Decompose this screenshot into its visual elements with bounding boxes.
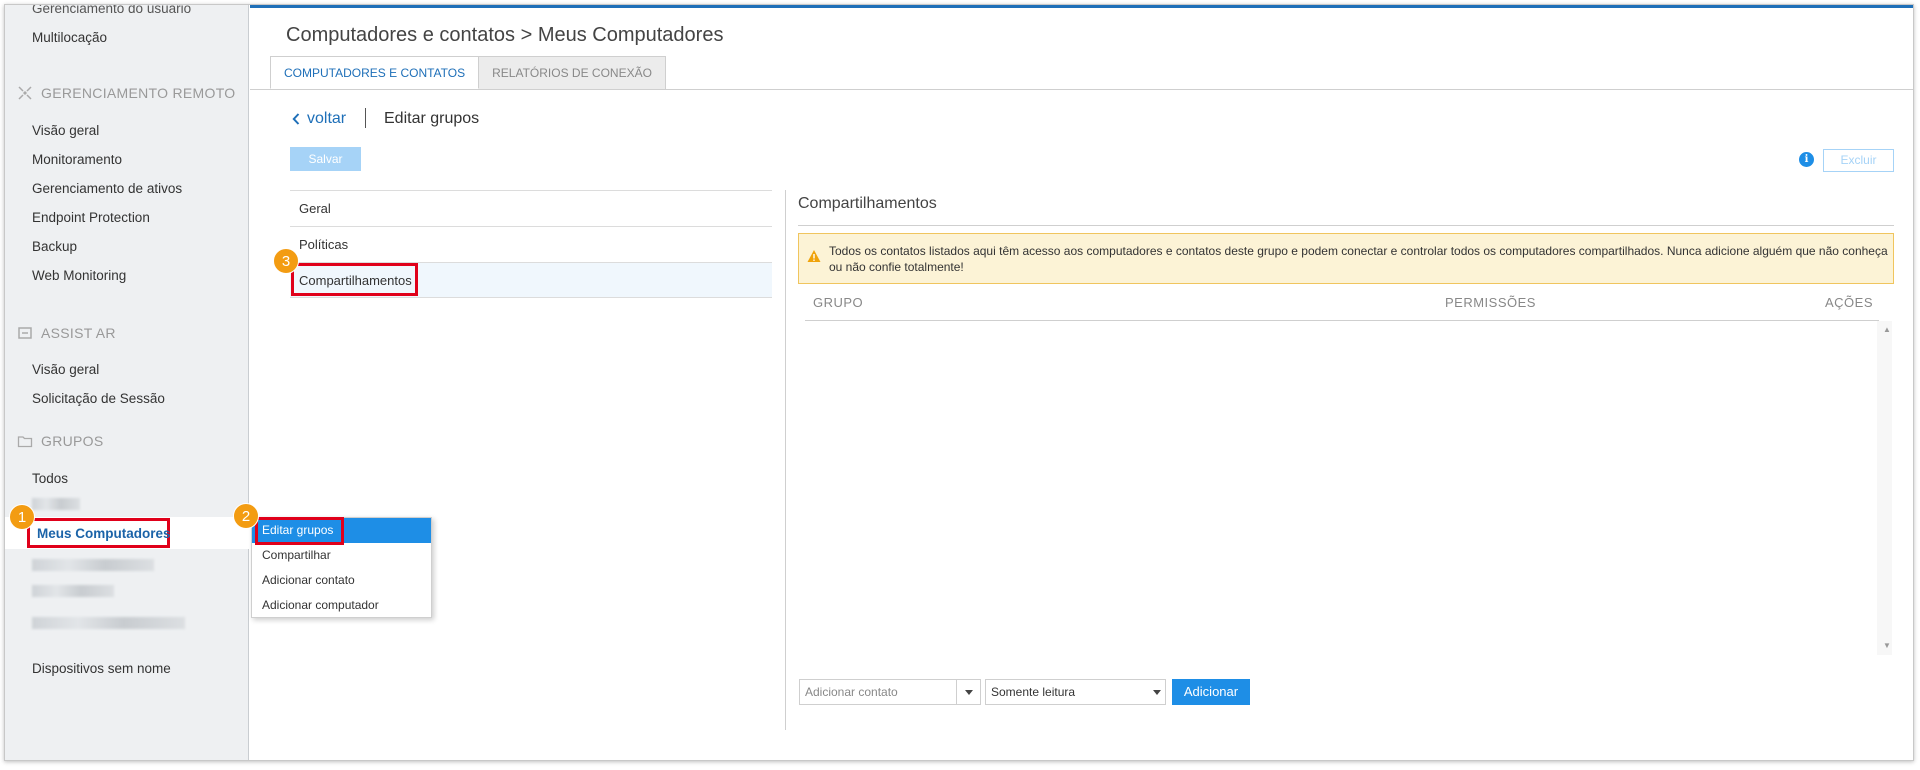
menu-item-share[interactable]: Compartilhar bbox=[252, 543, 431, 568]
back-link[interactable]: voltar bbox=[292, 110, 346, 128]
sidebar-item-web-monitoring[interactable]: Web Monitoring bbox=[32, 268, 126, 283]
tab-bar: COMPUTADORES E CONTATOS RELATÓRIOS DE CO… bbox=[270, 56, 666, 89]
page-title: Computadores e contatos > Meus Computado… bbox=[286, 24, 724, 46]
redacted-group[interactable] bbox=[32, 617, 185, 629]
app-window: Gerenciamento do usuário Multilocação GE… bbox=[4, 4, 1914, 761]
delete-button[interactable]: Excluir bbox=[1823, 149, 1894, 172]
sidebar-item-all[interactable]: Todos bbox=[32, 471, 68, 486]
edit-groups-heading: Editar grupos bbox=[384, 110, 480, 127]
highlight-edit-groups bbox=[255, 517, 344, 545]
panel-divider bbox=[785, 190, 786, 730]
redacted-group[interactable] bbox=[32, 498, 80, 510]
sidebar-item-remote-overview[interactable]: Visão geral bbox=[32, 123, 99, 138]
sidebar-item-asset-management[interactable]: Gerenciamento de ativos bbox=[32, 181, 182, 196]
add-button[interactable]: Adicionar bbox=[1172, 679, 1250, 705]
warning-text: Todos os contatos listados aqui têm aces… bbox=[829, 244, 1888, 274]
section-label: ASSIST AR bbox=[41, 325, 116, 341]
sidebar-item-my-computers[interactable]: Meus Computadores bbox=[27, 518, 171, 548]
permission-select[interactable]: Somente leitura bbox=[985, 679, 1166, 705]
sidebar-item-monitoring[interactable]: Monitoramento bbox=[32, 152, 122, 167]
shares-title: Compartilhamentos bbox=[798, 195, 937, 212]
menu-policies[interactable]: Políticas bbox=[290, 226, 772, 262]
scroll-down-icon[interactable]: ▼ bbox=[1883, 641, 1891, 650]
sidebar-item-backup[interactable]: Backup bbox=[32, 239, 77, 254]
chevron-down-icon[interactable] bbox=[1153, 680, 1161, 704]
column-header-actions: AÇÕES bbox=[1825, 295, 1874, 310]
warning-icon bbox=[807, 250, 821, 262]
column-header-permissions[interactable]: PERMISSÕES bbox=[1445, 295, 1536, 310]
chevron-down-icon[interactable] bbox=[956, 680, 980, 704]
menu-item-add-computer[interactable]: Adicionar computador bbox=[252, 593, 431, 618]
section-label: GERENCIAMENTO REMOTO bbox=[41, 85, 236, 101]
section-remote-management: GERENCIAMENTO REMOTO bbox=[17, 85, 236, 101]
shares-title-divider bbox=[798, 225, 1894, 226]
chevron-left-icon bbox=[292, 113, 300, 125]
table-header-divider bbox=[805, 320, 1879, 321]
section-assist-ar: ASSIST AR bbox=[17, 325, 116, 341]
save-button[interactable]: Salvar bbox=[290, 147, 361, 171]
warning-banner: Todos os contatos listados aqui têm aces… bbox=[798, 233, 1894, 284]
highlight-shares bbox=[291, 263, 418, 296]
top-accent-bar bbox=[250, 5, 1913, 8]
folder-icon bbox=[17, 436, 33, 448]
assist-ar-icon bbox=[18, 327, 32, 339]
step-badge-1: 1 bbox=[9, 504, 35, 530]
menu-general[interactable]: Geral bbox=[290, 190, 772, 226]
sidebar-item-unnamed-devices[interactable]: Dispositivos sem nome bbox=[32, 661, 171, 676]
remote-icon bbox=[18, 86, 32, 100]
add-contact-placeholder: Adicionar contato bbox=[805, 685, 898, 699]
table-scrollbar[interactable] bbox=[1877, 321, 1892, 655]
scroll-up-icon[interactable]: ▲ bbox=[1883, 325, 1891, 334]
breadcrumb-separator bbox=[365, 108, 366, 128]
sidebar-item-user-management[interactable]: Gerenciamento do usuário bbox=[32, 5, 191, 16]
info-icon[interactable]: i bbox=[1799, 152, 1814, 167]
step-badge-2: 2 bbox=[233, 503, 259, 529]
tabs-divider bbox=[250, 89, 1913, 90]
menu-item-add-contact[interactable]: Adicionar contato bbox=[252, 568, 431, 593]
sidebar-item-multitenancy[interactable]: Multilocação bbox=[32, 30, 107, 45]
sidebar-item-assist-overview[interactable]: Visão geral bbox=[32, 362, 99, 377]
redacted-group[interactable] bbox=[32, 585, 114, 597]
add-contact-select[interactable]: Adicionar contato bbox=[799, 679, 981, 705]
column-header-group[interactable]: GRUPO bbox=[813, 295, 863, 310]
step-badge-3: 3 bbox=[273, 248, 299, 274]
sidebar-item-session-request[interactable]: Solicitação de Sessão bbox=[32, 391, 165, 406]
section-label: GRUPOS bbox=[41, 433, 104, 449]
redacted-group[interactable] bbox=[32, 559, 154, 571]
tab-computers-contacts[interactable]: COMPUTADORES E CONTATOS bbox=[270, 56, 480, 89]
sidebar: Gerenciamento do usuário Multilocação GE… bbox=[5, 5, 249, 760]
permission-value: Somente leitura bbox=[991, 685, 1076, 699]
section-groups: GRUPOS bbox=[17, 433, 103, 449]
sidebar-item-endpoint-protection[interactable]: Endpoint Protection bbox=[32, 210, 150, 225]
back-label: voltar bbox=[307, 110, 347, 127]
tab-connection-reports[interactable]: RELATÓRIOS DE CONEXÃO bbox=[479, 56, 666, 89]
